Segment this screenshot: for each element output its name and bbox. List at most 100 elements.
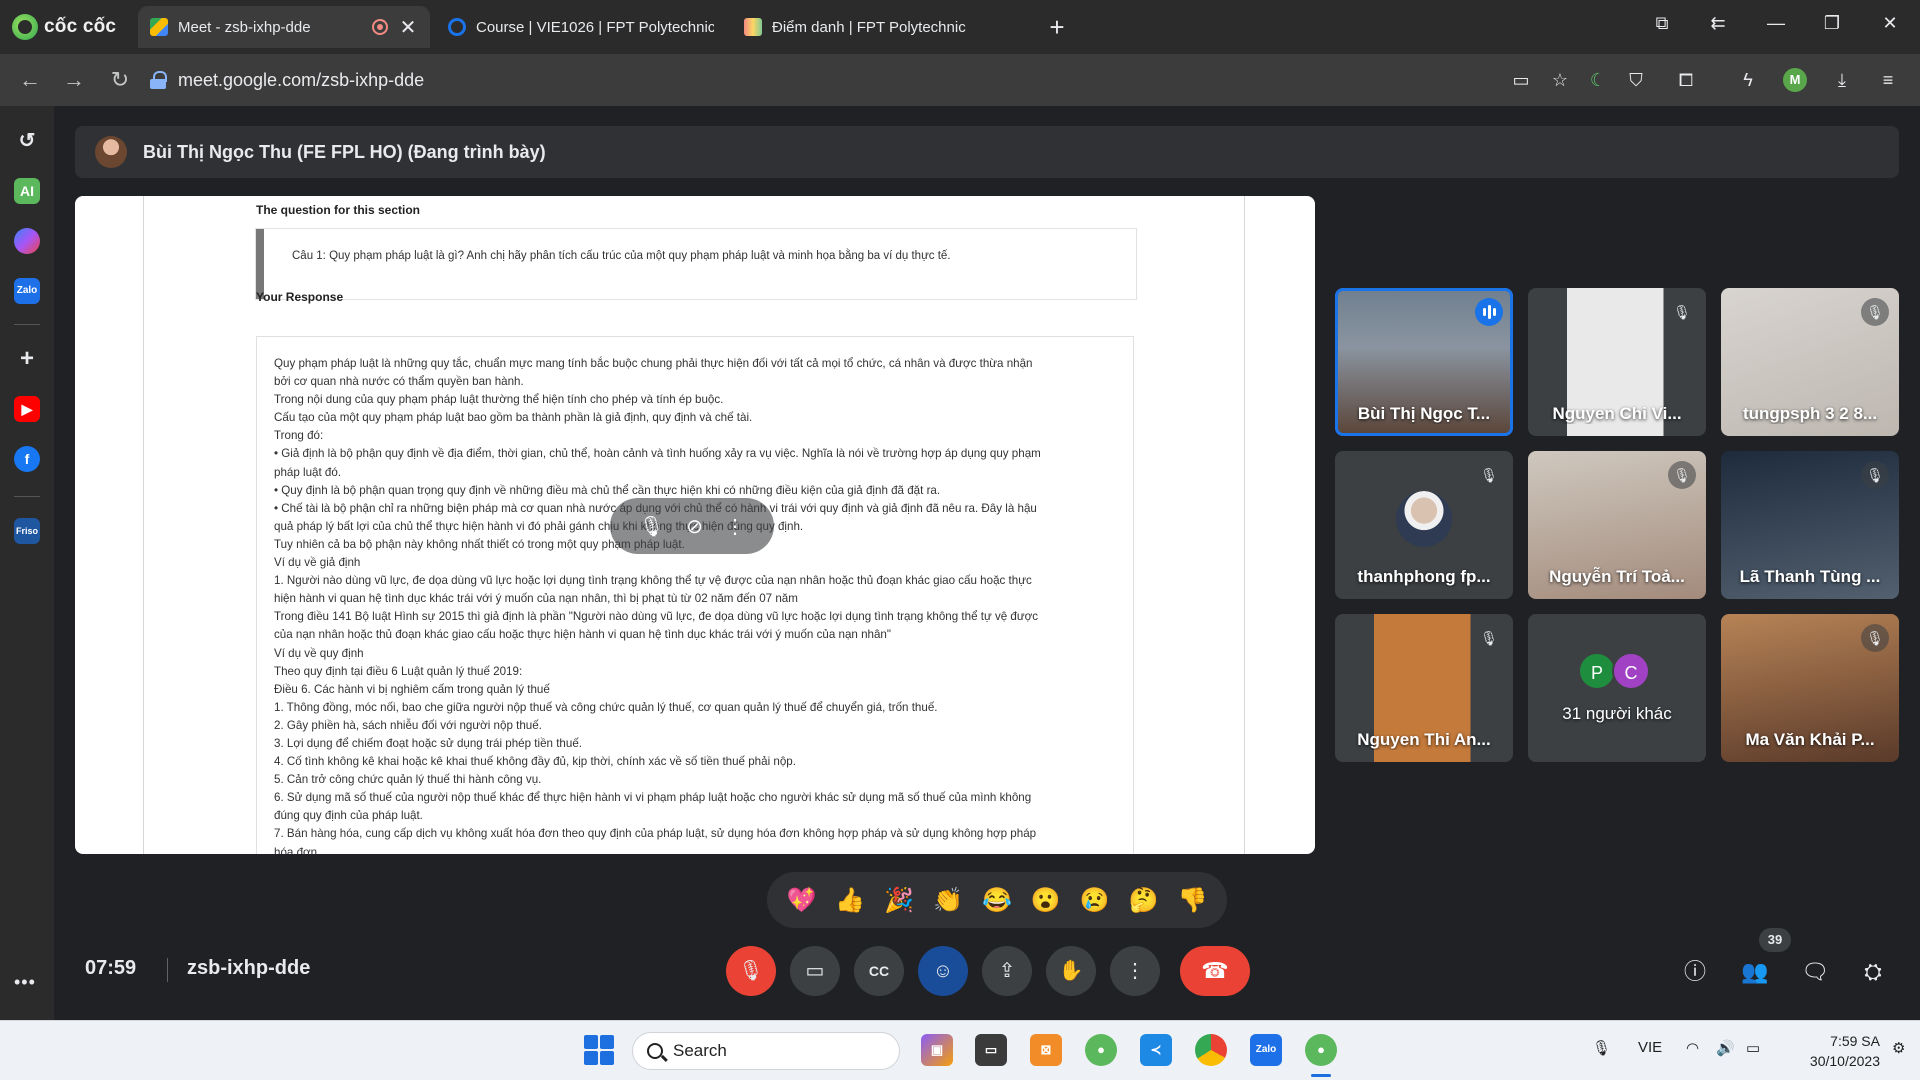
- new-tab-button[interactable]: +: [1042, 12, 1072, 43]
- chrome-icon[interactable]: [1195, 1034, 1227, 1066]
- reaction-thinking[interactable]: 🤔: [1126, 886, 1162, 915]
- leave-call-button[interactable]: ☎: [1180, 946, 1250, 996]
- mic-off-icon: 🎙: [1668, 298, 1696, 326]
- file-explorer-icon[interactable]: ▭: [975, 1034, 1007, 1066]
- participant-tile[interactable]: Bùi Thị Ngọc T...: [1335, 288, 1513, 436]
- youtube-icon[interactable]: ▶: [14, 396, 40, 422]
- language-indicator[interactable]: VIE: [1638, 1039, 1662, 1056]
- battery-icon[interactable]: ▭: [1746, 1039, 1760, 1057]
- zalo-icon[interactable]: Zalo: [14, 278, 40, 304]
- address-bar[interactable]: meet.google.com/zsb-ixhp-dde: [150, 61, 1480, 99]
- meeting-info-icon[interactable]: ⓘ: [1677, 954, 1713, 990]
- raise-hand-button[interactable]: ✋: [1046, 946, 1096, 996]
- more-options-icon[interactable]: ⋮: [725, 514, 745, 539]
- meet-area: Bùi Thị Ngọc Thu (FE FPL HO) (Đang trình…: [54, 106, 1920, 1020]
- microphone-tray-icon[interactable]: 🎙: [1592, 1039, 1611, 1057]
- captions-button[interactable]: CC: [854, 946, 904, 996]
- download-icon[interactable]: ⤓: [1830, 68, 1854, 92]
- sidebar-divider: [14, 324, 40, 325]
- premiere-app-icon[interactable]: ▣: [921, 1034, 953, 1066]
- vscode-icon[interactable]: ≺: [1140, 1034, 1172, 1066]
- reaction-surprised[interactable]: 😮: [1028, 886, 1064, 915]
- tab-course[interactable]: Course | VIE1026 | FPT Polytechnic | C: [436, 6, 726, 48]
- forward-button[interactable]: →: [60, 66, 88, 94]
- wifi-icon[interactable]: ◠: [1686, 1039, 1699, 1057]
- shield-icon[interactable]: ⛉: [1624, 68, 1648, 92]
- reaction-sad[interactable]: 😢: [1077, 886, 1113, 915]
- tab-meet[interactable]: Meet - zsb-ixhp-dde ✕: [138, 6, 430, 48]
- response-line: 6. Sử dụng mã số thuế của người nộp thuế…: [274, 791, 1032, 805]
- back-forward-list-icon[interactable]: ⇇: [1698, 8, 1738, 38]
- response-line: Trong điều 141 Bộ luật Hình sự 2015 thì …: [274, 610, 1039, 624]
- taskbar-clock[interactable]: 7:59 SA 30/10/2023: [1784, 1031, 1880, 1071]
- participant-name: Nguyen Thi An...: [1357, 730, 1491, 749]
- reaction-thumbs-up[interactable]: 👍: [832, 886, 868, 915]
- more-options-button[interactable]: ⋮: [1110, 946, 1160, 996]
- profile-avatar[interactable]: M: [1783, 68, 1807, 92]
- extensions-icon[interactable]: ⧠: [1674, 68, 1698, 92]
- close-tab-icon[interactable]: ✕: [398, 15, 418, 40]
- close-window-button[interactable]: ✕: [1870, 8, 1910, 38]
- reactions-button[interactable]: ☺: [918, 946, 968, 996]
- add-app-icon[interactable]: +: [14, 346, 40, 372]
- reaction-heart[interactable]: 💖: [783, 886, 819, 915]
- screen-share-overlay-controls[interactable]: 🎙 ⊘ ⋮: [610, 498, 774, 554]
- facebook-icon[interactable]: f: [14, 446, 40, 472]
- xampp-icon[interactable]: ⊠: [1030, 1034, 1062, 1066]
- friso-icon[interactable]: Friso: [14, 518, 40, 544]
- participant-tile[interactable]: 🎙 Nguyễn Trí Toả...: [1528, 451, 1706, 599]
- reload-button[interactable]: ↻: [106, 66, 134, 94]
- present-screen-button[interactable]: ⇪: [982, 946, 1032, 996]
- shared-screen[interactable]: The question for this section Câu 1: Quy…: [75, 196, 1315, 854]
- browser-tab-strip: cốc cốc Meet - zsb-ixhp-dde ✕ Course | V…: [0, 0, 1920, 54]
- participant-tile[interactable]: 🎙 Nguyen Chi Vi...: [1528, 288, 1706, 436]
- participant-tile[interactable]: 🎙 thanhphong fp...: [1335, 451, 1513, 599]
- mic-off-icon[interactable]: 🎙: [639, 514, 664, 539]
- sidebar-more-icon[interactable]: •••: [14, 972, 36, 993]
- restore-button[interactable]: ❐: [1812, 8, 1852, 38]
- participant-tile[interactable]: 🎙 Ma Văn Khải P...: [1721, 614, 1899, 762]
- tab-attendance[interactable]: Điểm danh | FPT Polytechnic: [732, 6, 1022, 48]
- messenger-icon[interactable]: [14, 228, 40, 254]
- reaction-laugh[interactable]: 😂: [979, 886, 1015, 915]
- participant-tile[interactable]: 🎙 tungpsph 3 2 8...: [1721, 288, 1899, 436]
- minimize-button[interactable]: —: [1756, 8, 1796, 38]
- coccoc-logo[interactable]: cốc cốc: [12, 12, 116, 42]
- pin-icon[interactable]: ⊘: [686, 514, 703, 539]
- notification-icon[interactable]: ⚙: [1892, 1039, 1905, 1057]
- meeting-code[interactable]: zsb-ixhp-dde: [187, 957, 310, 980]
- divider: [167, 958, 168, 982]
- response-line: 1. Thông đồng, móc nối, bao che giữa ngư…: [274, 700, 938, 714]
- course-favicon-icon: [448, 18, 466, 36]
- camera-toggle-button[interactable]: ▭: [790, 946, 840, 996]
- people-icon[interactable]: 👥: [1737, 954, 1773, 990]
- chat-icon[interactable]: 🗨: [1797, 954, 1833, 990]
- back-button[interactable]: ←: [16, 66, 44, 94]
- reaction-party[interactable]: 🎉: [881, 886, 917, 915]
- lock-icon[interactable]: [150, 71, 168, 89]
- dark-mode-icon[interactable]: ☾: [1586, 68, 1610, 92]
- coccoc-app-icon[interactable]: ●: [1085, 1034, 1117, 1066]
- mic-toggle-button[interactable]: 🎙: [726, 946, 776, 996]
- screen-capture-icon[interactable]: ⧉: [1642, 8, 1682, 38]
- others-tile[interactable]: P C 31 người khác: [1528, 614, 1706, 762]
- activities-icon[interactable]: ⛭: [1855, 954, 1891, 990]
- reaction-clap[interactable]: 👏: [930, 886, 966, 915]
- volume-icon[interactable]: 🔊: [1716, 1039, 1735, 1057]
- camera-in-use-icon[interactable]: ▭: [1509, 68, 1533, 92]
- zalo-app-icon[interactable]: Zalo: [1250, 1034, 1282, 1066]
- browser-sidebar: ↺ AI Zalo + ▶ f Friso •••: [0, 106, 54, 1020]
- speed-icon[interactable]: ϟ: [1736, 68, 1760, 92]
- history-icon[interactable]: ↺: [14, 128, 40, 154]
- participant-tile[interactable]: 🎙 Lã Thanh Tùng ...: [1721, 451, 1899, 599]
- taskbar-search[interactable]: Search: [632, 1032, 900, 1070]
- ai-assistant-icon[interactable]: AI: [14, 178, 40, 204]
- start-button[interactable]: [584, 1035, 614, 1065]
- bookmark-star-icon[interactable]: ☆: [1548, 68, 1572, 92]
- reaction-thumbs-down[interactable]: 👎: [1174, 886, 1210, 915]
- participant-tile[interactable]: 🎙 Nguyen Thi An...: [1335, 614, 1513, 762]
- coccoc-profile-app-icon[interactable]: ●: [1305, 1034, 1337, 1066]
- question-box: Câu 1: Quy phạm pháp luật là gì? Anh chị…: [256, 229, 1136, 299]
- menu-icon[interactable]: ≡: [1876, 68, 1900, 92]
- response-line: Điều 6. Các hành vi bị nghiêm cấm trong …: [274, 682, 550, 696]
